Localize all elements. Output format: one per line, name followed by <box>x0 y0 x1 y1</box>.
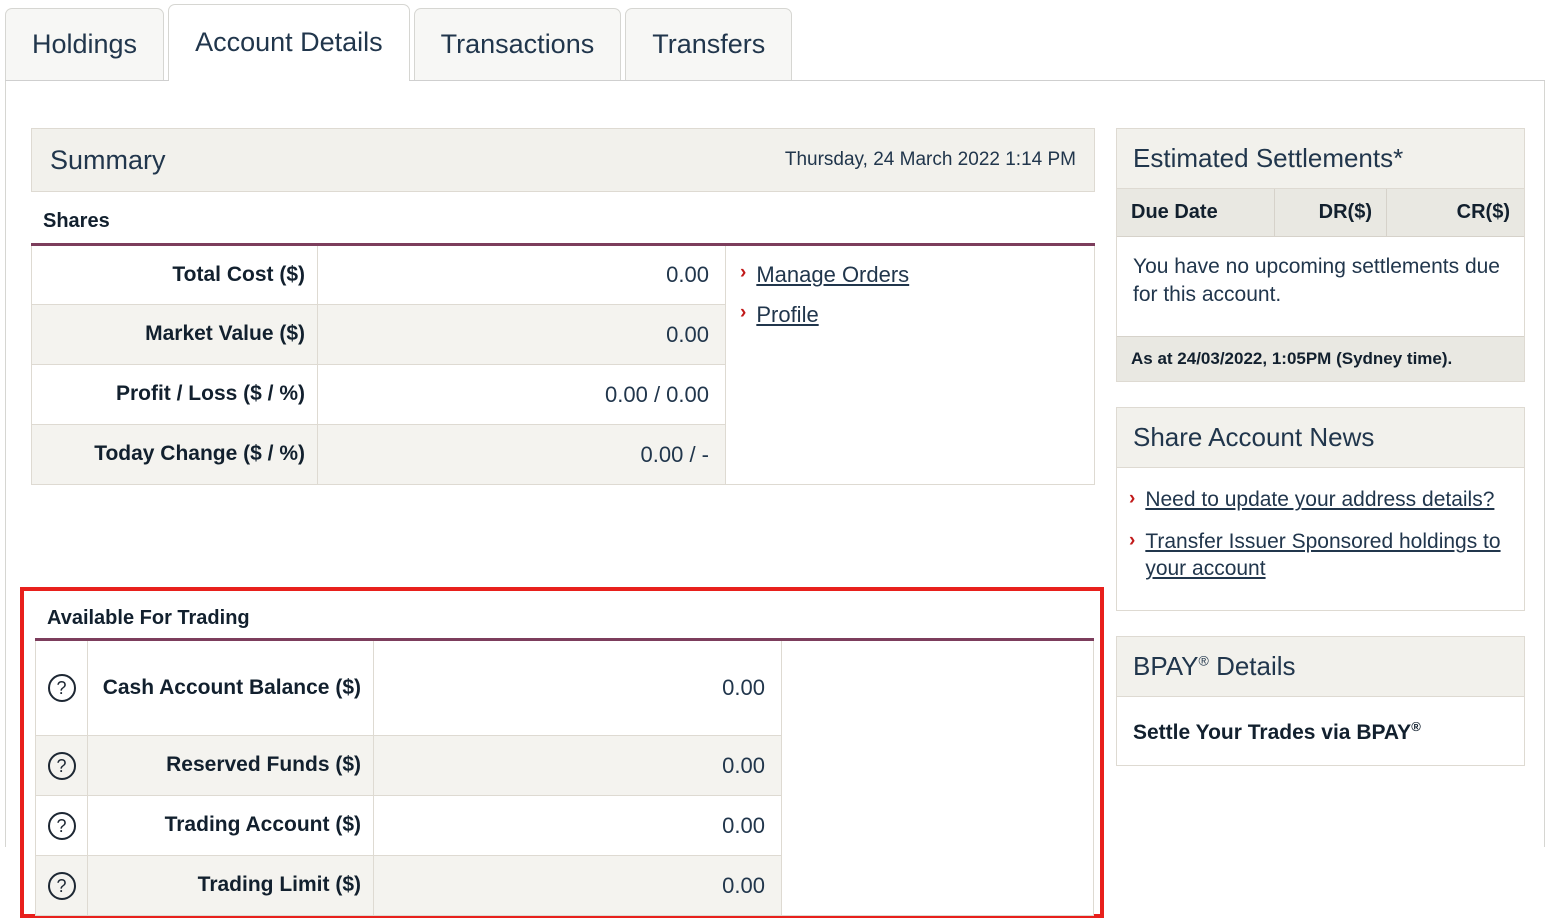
row-label: Reserved Funds ($) <box>166 753 361 777</box>
profile-link[interactable]: Profile <box>756 300 818 330</box>
bpay-title-suffix: Details <box>1208 651 1296 682</box>
row-label: Cash Account Balance ($) <box>102 675 361 699</box>
shares-heading: Shares <box>43 210 110 232</box>
transfer-issuer-sponsored-link[interactable]: Transfer Issuer Sponsored holdings to yo… <box>1145 528 1508 583</box>
chevron-right-icon: › <box>740 301 747 323</box>
row-value: 0.00 <box>722 675 765 700</box>
bpay-details-title: BPAY® Details <box>1117 637 1524 698</box>
settlements-empty-message: You have no upcoming settlements due for… <box>1133 255 1500 306</box>
table-row: Total Cost ($) 0.00 › Manage Orders › Pr… <box>31 244 1095 485</box>
available-for-trading-section: Available For Trading ? Cash Account Bal… <box>35 595 1094 916</box>
shares-table: Total Cost ($) 0.00 › Manage Orders › Pr… <box>31 243 1095 485</box>
summary-title: Summary <box>50 144 166 175</box>
share-account-news-body: › Need to update your address details? ›… <box>1117 468 1524 610</box>
row-label: Profit / Loss ($ / %) <box>115 382 305 406</box>
tab-label: Account Details <box>195 27 383 57</box>
list-item[interactable]: › Transfer Issuer Sponsored holdings to … <box>1129 528 1508 583</box>
shares-links-cell: › Manage Orders › Profile <box>725 244 1095 485</box>
tab-bar: Holdings Account Details Transactions Tr… <box>5 4 1545 81</box>
estimated-settlements-card: Estimated Settlements* Due Date DR($) CR… <box>1116 128 1525 383</box>
tab-holdings[interactable]: Holdings <box>5 8 165 80</box>
chevron-right-icon: › <box>740 262 747 283</box>
help-icon[interactable]: ? <box>47 871 76 900</box>
registered-trademark-icon: ® <box>1411 719 1421 735</box>
summary-timestamp: Thursday, 24 March 2022 1:14 PM <box>784 149 1076 170</box>
row-value: 0.00 <box>722 872 765 898</box>
news-link-list: › Need to update your address details? ›… <box>1129 486 1508 582</box>
list-item[interactable]: › Need to update your address details? <box>1129 486 1508 513</box>
tab-label: Transfers <box>652 29 766 59</box>
row-label: Market Value ($) <box>145 322 305 346</box>
tab-transfers[interactable]: Transfers <box>625 8 793 80</box>
tab-label: Transactions <box>440 29 595 59</box>
available-for-trading-table: ? Cash Account Balance ($) 0.00 ? Reserv… <box>35 638 1094 916</box>
main-column: Summary Thursday, 24 March 2022 1:14 PM … <box>31 128 1095 485</box>
settlements-as-at: As at 24/03/2022, 1:05PM (Sydney time). <box>1117 336 1524 382</box>
tab-label: Holdings <box>32 29 138 59</box>
tab-account-details[interactable]: Account Details <box>168 4 410 81</box>
registered-trademark-icon: ® <box>1198 652 1209 669</box>
summary-header: Summary Thursday, 24 March 2022 1:14 PM <box>31 128 1095 192</box>
row-label: Total Cost ($) <box>172 262 305 286</box>
bpay-title-prefix: BPAY <box>1133 651 1199 682</box>
list-item[interactable]: › Manage Orders <box>740 260 1094 290</box>
row-value: 0.00 <box>666 262 709 287</box>
available-for-trading-heading: Available For Trading <box>47 607 250 629</box>
row-label: Trading Limit ($) <box>197 873 361 897</box>
row-value: 0.00 / - <box>640 441 709 467</box>
shares-link-list: › Manage Orders › Profile <box>740 260 1094 329</box>
available-for-trading-empty-cell <box>781 639 1094 916</box>
estimated-settlements-title: Estimated Settlements* <box>1117 129 1524 189</box>
manage-orders-link[interactable]: Manage Orders <box>756 260 909 290</box>
account-details-panel: Summary Thursday, 24 March 2022 1:14 PM … <box>5 80 1545 918</box>
bpay-details-card: BPAY® Details Settle Your Trades via BPA… <box>1116 636 1525 767</box>
row-value: 0.00 / 0.00 <box>605 381 709 407</box>
column-header-cr: CR($) <box>1456 201 1510 223</box>
share-account-news-card: Share Account News › Need to update your… <box>1116 407 1525 612</box>
help-icon[interactable]: ? <box>47 674 76 702</box>
settlements-table-header: Due Date DR($) CR($) <box>1117 189 1524 237</box>
list-item[interactable]: › Profile <box>740 300 1094 330</box>
bpay-body-prefix: Settle Your Trades via BPAY <box>1133 721 1412 745</box>
column-header-due-date: Due Date <box>1117 189 1275 236</box>
row-label: Trading Account ($) <box>164 813 361 837</box>
help-icon[interactable]: ? <box>47 811 76 840</box>
row-label: Today Change ($ / %) <box>94 442 305 466</box>
column-header-dr: DR($) <box>1275 189 1387 236</box>
bpay-settle-text: Settle Your Trades via BPAY® <box>1133 719 1508 745</box>
tab-transactions[interactable]: Transactions <box>413 8 622 80</box>
chevron-right-icon: › <box>1129 529 1136 551</box>
row-value: 0.00 <box>722 752 765 778</box>
chevron-right-icon: › <box>1129 488 1136 510</box>
sidebar: Estimated Settlements* Due Date DR($) CR… <box>1116 128 1525 791</box>
row-value: 0.00 <box>666 321 709 347</box>
bpay-details-body: Settle Your Trades via BPAY® <box>1117 697 1524 765</box>
available-for-trading-highlight: Available For Trading ? Cash Account Bal… <box>20 587 1104 918</box>
row-value: 0.00 <box>722 812 765 838</box>
share-account-news-title: Share Account News <box>1117 408 1524 469</box>
help-icon[interactable]: ? <box>47 751 76 780</box>
update-address-link[interactable]: Need to update your address details? <box>1145 486 1494 513</box>
table-row: ? Cash Account Balance ($) 0.00 <box>35 639 1094 916</box>
